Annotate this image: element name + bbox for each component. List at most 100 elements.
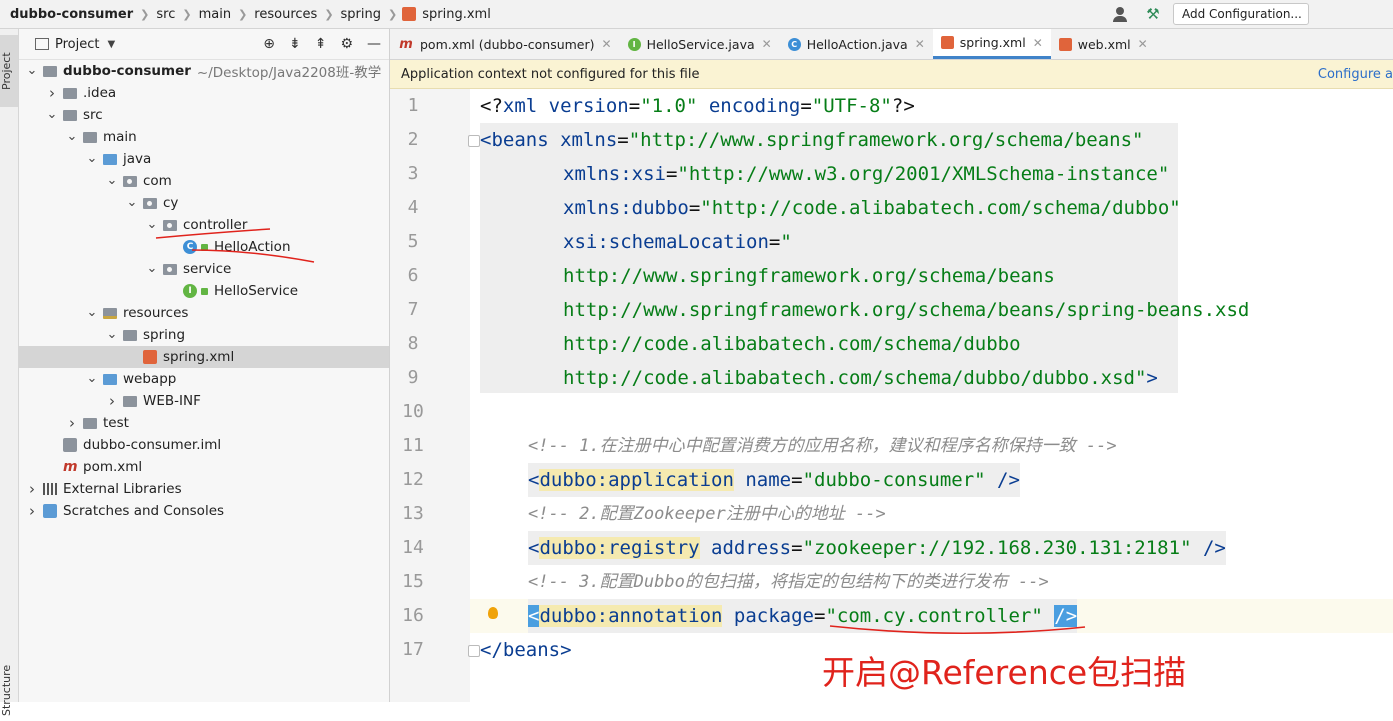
close-icon[interactable]: ✕ bbox=[915, 37, 925, 51]
code-line-9: 9 http://code.alibabatech.com/schema/dub… bbox=[390, 361, 1393, 395]
package-icon bbox=[163, 263, 177, 275]
code-line-11: 11 <!-- 1.在注册中心中配置消费方的应用名称，建议和程序名称保持一致 -… bbox=[390, 429, 1393, 463]
tree-item[interactable]: ⌄ src bbox=[19, 104, 389, 126]
tree-item[interactable]: C HelloAction bbox=[19, 236, 389, 258]
tree-item[interactable]: ⌄ dubbo-consumer ~/Desktop/Java2208班-教学 bbox=[19, 60, 389, 82]
build-hammer-icon[interactable]: ⚒ bbox=[1145, 6, 1161, 22]
breadcrumb-main[interactable]: main bbox=[197, 7, 233, 22]
chevron-right-icon[interactable]: › bbox=[65, 414, 79, 432]
line-number: 6 bbox=[407, 265, 419, 286]
code-token: <beans bbox=[480, 129, 561, 151]
package-icon bbox=[163, 219, 177, 231]
close-icon[interactable]: ✕ bbox=[602, 37, 612, 51]
chevron-right-icon: ❯ bbox=[182, 7, 192, 21]
tree-item[interactable]: ⌄ com bbox=[19, 170, 389, 192]
close-icon[interactable]: ✕ bbox=[1138, 37, 1148, 51]
folder-icon bbox=[83, 417, 97, 429]
tree-item[interactable]: ⌄ java bbox=[19, 148, 389, 170]
chevron-down-icon[interactable]: ⌄ bbox=[85, 372, 99, 385]
structure-tool-button[interactable]: Structure bbox=[0, 659, 18, 721]
folder-icon bbox=[123, 395, 137, 407]
tree-item[interactable]: › WEB-INF bbox=[19, 390, 389, 412]
chevron-down-icon[interactable]: ⌄ bbox=[105, 328, 119, 341]
fold-icon[interactable] bbox=[468, 645, 480, 657]
tree-item[interactable]: › Scratches and Consoles bbox=[19, 500, 389, 522]
tree-item[interactable]: m pom.xml bbox=[19, 456, 389, 478]
editor-tab[interactable]: I HelloService.java ✕ bbox=[620, 29, 780, 59]
breadcrumb-resources[interactable]: resources bbox=[252, 7, 319, 22]
tree-item-label: main bbox=[103, 129, 137, 145]
tree-item[interactable]: ⌄ service bbox=[19, 258, 389, 280]
tree-item-label: src bbox=[83, 107, 103, 123]
close-icon[interactable]: ✕ bbox=[1033, 36, 1043, 50]
chevron-down-icon[interactable]: ⌄ bbox=[125, 196, 139, 209]
tree-item[interactable]: › test bbox=[19, 412, 389, 434]
chevron-down-icon[interactable]: ▼ bbox=[107, 39, 115, 50]
code-token: /> bbox=[985, 469, 1020, 491]
chevron-down-icon[interactable]: ⌄ bbox=[85, 306, 99, 319]
tree-item[interactable]: › External Libraries bbox=[19, 478, 389, 500]
line-number: 17 bbox=[402, 639, 424, 660]
project-view-icon bbox=[35, 38, 49, 50]
tree-item[interactable]: ⌄ cy bbox=[19, 192, 389, 214]
project-panel-title[interactable]: Project bbox=[55, 37, 99, 52]
chevron-down-icon[interactable]: ⌄ bbox=[45, 108, 59, 121]
code-line-8: 8 http://code.alibabatech.com/schema/dub… bbox=[390, 327, 1393, 361]
tree-item[interactable]: ⌄ resources bbox=[19, 302, 389, 324]
tree-item[interactable]: I HelloService bbox=[19, 280, 389, 302]
lightbulb-icon[interactable] bbox=[488, 607, 498, 619]
tree-item[interactable]: dubbo-consumer.iml bbox=[19, 434, 389, 456]
chevron-right-icon[interactable]: › bbox=[45, 84, 59, 102]
chevron-down-icon[interactable]: ⌄ bbox=[65, 130, 79, 143]
tree-item-label: dubbo-consumer.iml bbox=[83, 437, 222, 453]
code-token: = bbox=[665, 163, 678, 185]
chevron-down-icon[interactable]: ⌄ bbox=[105, 174, 119, 187]
breadcrumb-file[interactable]: spring.xml bbox=[420, 7, 493, 22]
editor-tab[interactable]: m pom.xml (dubbo-consumer) ✕ bbox=[390, 29, 620, 59]
editor-tab[interactable]: C HelloAction.java ✕ bbox=[780, 29, 933, 59]
tree-item[interactable]: ⌄ webapp bbox=[19, 368, 389, 390]
line-number: 7 bbox=[407, 299, 419, 320]
close-icon[interactable]: ✕ bbox=[762, 37, 772, 51]
tree-item[interactable]: ⌄ controller bbox=[19, 214, 389, 236]
folder-icon bbox=[83, 131, 97, 143]
editor-tab[interactable]: spring.xml ✕ bbox=[932, 29, 1051, 59]
code-token: "http://www.w3.org/2001/XMLSchema-instan… bbox=[677, 163, 1170, 185]
tree-item-label: spring bbox=[143, 327, 186, 343]
line-number: 4 bbox=[407, 197, 419, 218]
code-line-5: 5 xsi:schemaLocation=" bbox=[390, 225, 1393, 259]
line-number: 16 bbox=[402, 605, 424, 626]
code-token: "UTF-8" bbox=[811, 95, 892, 117]
minimize-icon[interactable]: — bbox=[367, 36, 381, 52]
expand-all-icon[interactable]: ⇟ bbox=[289, 36, 301, 52]
gear-icon[interactable]: ⚙ bbox=[340, 36, 353, 52]
editor-tab[interactable]: web.xml ✕ bbox=[1051, 29, 1156, 59]
access-modifier-icon bbox=[201, 287, 208, 295]
chevron-down-icon[interactable]: ⌄ bbox=[145, 218, 159, 231]
locate-icon[interactable]: ⊕ bbox=[263, 36, 275, 52]
library-icon bbox=[43, 483, 57, 495]
code-editor[interactable]: 1 <?xml version="1.0" encoding="UTF-8"?>… bbox=[390, 89, 1393, 702]
add-configuration-button[interactable]: Add Configuration... bbox=[1173, 3, 1309, 25]
configure-link[interactable]: Configure a bbox=[1318, 67, 1393, 82]
breadcrumb-spring[interactable]: spring bbox=[339, 7, 383, 22]
chevron-right-icon[interactable]: › bbox=[105, 392, 119, 410]
user-icon[interactable] bbox=[1113, 6, 1135, 22]
tree-item[interactable]: spring.xml bbox=[19, 346, 389, 368]
chevron-down-icon[interactable]: ⌄ bbox=[85, 152, 99, 165]
breadcrumb-project[interactable]: dubbo-consumer bbox=[8, 7, 135, 22]
breadcrumb-src[interactable]: src bbox=[154, 7, 177, 22]
chevron-down-icon[interactable]: ⌄ bbox=[25, 64, 39, 77]
tree-item[interactable]: › .idea bbox=[19, 82, 389, 104]
tree-item[interactable]: ⌄ main bbox=[19, 126, 389, 148]
tree-item[interactable]: ⌄ spring bbox=[19, 324, 389, 346]
chevron-right-icon[interactable]: › bbox=[25, 480, 39, 498]
xml-file-icon bbox=[402, 7, 417, 21]
collapse-all-icon[interactable]: ⇞ bbox=[315, 36, 327, 52]
project-tool-button[interactable]: Project bbox=[0, 35, 18, 107]
chevron-right-icon: ❯ bbox=[388, 7, 398, 21]
tab-label: spring.xml bbox=[959, 35, 1026, 50]
chevron-right-icon[interactable]: › bbox=[25, 502, 39, 520]
fold-icon[interactable] bbox=[468, 135, 480, 147]
chevron-down-icon[interactable]: ⌄ bbox=[145, 262, 159, 275]
